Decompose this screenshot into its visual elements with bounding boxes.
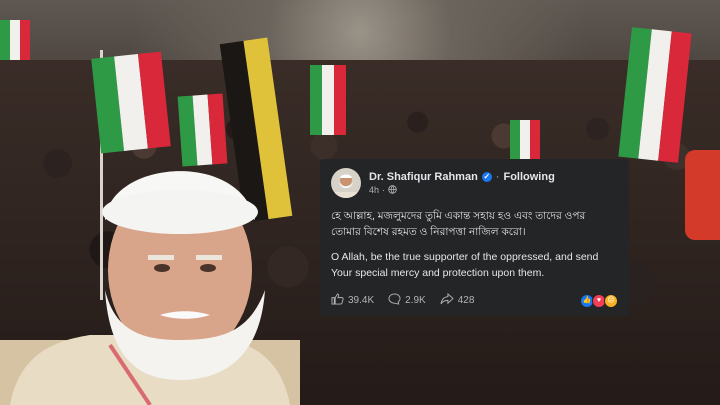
flag <box>91 51 171 154</box>
comment-button[interactable]: 2.9K <box>388 293 426 308</box>
sad-reaction-icon: ☹ <box>604 293 618 308</box>
post-time[interactable]: 4h <box>369 185 379 195</box>
following-button[interactable]: Following <box>503 171 554 183</box>
share-count: 428 <box>457 295 475 306</box>
post-header: Dr. Shafiqur Rahman ✓ · Following 4h · <box>331 168 618 198</box>
separator: · <box>495 170 500 183</box>
flag <box>310 65 346 135</box>
speaker-portrait <box>0 171 300 405</box>
avatar[interactable] <box>331 168 361 198</box>
share-button[interactable]: 428 <box>440 292 475 308</box>
post-text-english: O Allah, be the true supporter of the op… <box>331 251 599 279</box>
post-actions: 39.4K 2.9K 428 👍 ♥ ☹ <box>331 292 618 308</box>
post-text-bangla: হে আল্লাহ, মজলুমদের তুমি একান্ত সহায় হও… <box>331 210 586 238</box>
like-count: 39.4K <box>348 295 375 306</box>
flag <box>0 20 30 60</box>
red-flag <box>685 150 720 240</box>
comment-icon <box>388 293 401 308</box>
comment-count: 2.9K <box>405 295 426 306</box>
flag <box>510 120 540 160</box>
separator: · <box>382 185 386 195</box>
like-icon <box>331 293 344 308</box>
share-icon <box>440 292 454 308</box>
like-button[interactable]: 39.4K <box>331 293 374 308</box>
author-name[interactable]: Dr. Shafiqur Rahman <box>369 171 478 183</box>
facebook-post-card: Dr. Shafiqur Rahman ✓ · Following 4h · হ… <box>320 159 629 316</box>
verified-badge-icon: ✓ <box>481 171 492 182</box>
reactions-summary[interactable]: 👍 ♥ ☹ <box>580 293 618 308</box>
globe-icon <box>388 184 397 196</box>
